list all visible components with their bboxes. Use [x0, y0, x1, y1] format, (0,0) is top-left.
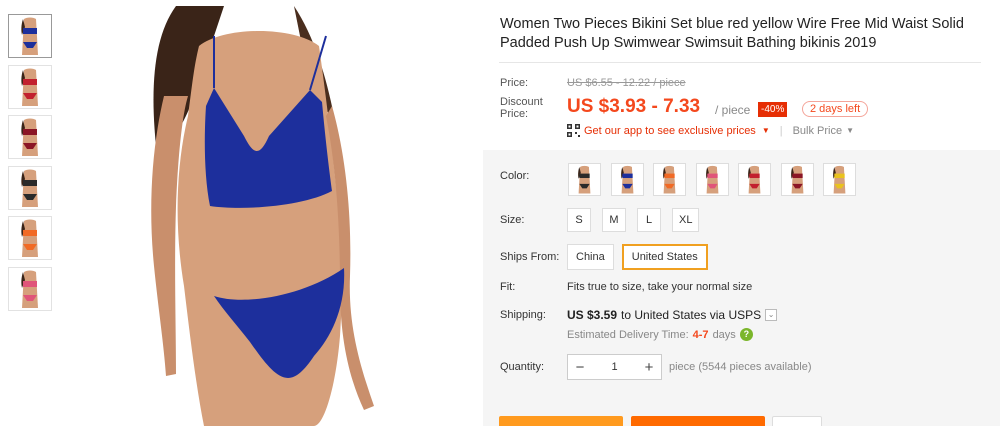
product-thumbnail[interactable] [8, 64, 52, 109]
product-photo [151, 6, 374, 426]
size-option-l[interactable]: L [637, 208, 661, 232]
divider [499, 62, 981, 63]
shipping-destination: to United States via USPS [621, 308, 762, 322]
delivery-info: Estimated Delivery Time: 4-7 days ? [567, 328, 753, 341]
chevron-down-icon: ▼ [761, 126, 770, 135]
color-swatch-blue[interactable] [610, 163, 644, 196]
product-title: Women Two Pieces Bikini Set blue red yel… [500, 16, 964, 51]
original-price: US $6.55 - 12.22 / piece [567, 77, 686, 89]
discount-price-label: Discount Price: [500, 96, 543, 120]
product-thumbnail[interactable] [8, 165, 52, 210]
product-thumbnail[interactable] [8, 216, 52, 260]
ships-from-united-states[interactable]: United States [621, 244, 708, 270]
fit-text: Fits true to size, take your normal size [567, 281, 753, 293]
discount-badge: -40% [758, 102, 788, 117]
thumbnail-list [8, 14, 52, 317]
size-label: Size: [500, 214, 525, 226]
wishlist-button[interactable] [772, 416, 822, 426]
fit-label: Fit: [500, 281, 516, 293]
quantity-stepper: − 1 + [567, 354, 662, 380]
size-option-xl[interactable]: XL [672, 208, 700, 232]
color-swatch-orange[interactable] [653, 163, 686, 196]
main-product-image[interactable] [64, 6, 474, 426]
color-swatch-wine[interactable] [780, 163, 814, 196]
color-label: Color: [500, 170, 530, 182]
shipping-dropdown-icon[interactable]: ⌄ [765, 309, 778, 321]
product-page: Women Two Pieces Bikini Set blue red yel… [0, 0, 1000, 426]
product-thumbnail[interactable] [8, 115, 52, 159]
app-promo-row: Get our app to see exclusive prices ▼ | … [567, 124, 854, 137]
stock-available: piece (5544 pieces available) [669, 361, 812, 373]
shipping-label: Shipping: [500, 309, 546, 321]
color-swatch-pink[interactable] [695, 163, 729, 196]
product-thumbnail[interactable] [8, 266, 52, 311]
decrement-button[interactable]: − [568, 359, 592, 376]
delivery-unit: days [712, 328, 736, 341]
ships-from-china[interactable]: China [567, 244, 614, 270]
increment-button[interactable]: + [637, 359, 661, 376]
ships-from-label: Ships From: [500, 251, 560, 263]
price-label: Price: [500, 77, 529, 89]
color-swatch-black[interactable] [568, 163, 601, 196]
color-swatch-red[interactable] [738, 163, 771, 196]
discount-price: US $3.93 - 7.33 [567, 96, 701, 117]
color-swatch-yellow[interactable] [823, 163, 856, 196]
size-option-s[interactable]: S [567, 208, 591, 232]
size-options: S M L XL [567, 208, 710, 232]
product-info-panel: Women Two Pieces Bikini Set blue red yel… [483, 0, 1000, 426]
app-promo-link[interactable]: Get our app to see exclusive prices [584, 125, 756, 137]
separator: | [779, 124, 783, 137]
color-options [568, 163, 866, 196]
size-option-m[interactable]: M [602, 208, 626, 232]
chevron-down-icon: ▼ [846, 126, 855, 135]
help-icon[interactable]: ? [739, 328, 753, 341]
price-unit: / piece [715, 103, 751, 117]
qr-code-icon [567, 124, 580, 137]
buy-now-button[interactable] [499, 416, 623, 426]
quantity-label: Quantity: [500, 361, 545, 373]
delivery-label: Estimated Delivery Time: [567, 328, 689, 341]
delivery-days: 4-7 [692, 328, 709, 341]
add-to-cart-button[interactable] [631, 416, 765, 426]
ships-from-options: China United States [567, 244, 716, 270]
days-left-badge: 2 days left [802, 101, 869, 117]
shipping-cost: US $3.59 [567, 308, 618, 322]
quantity-input[interactable]: 1 [592, 361, 637, 373]
product-thumbnail[interactable] [8, 14, 52, 58]
shipping-info: US $3.59 to United States via USPS ⌄ [567, 308, 778, 322]
bulk-price-link[interactable]: Bulk Price [793, 125, 843, 137]
